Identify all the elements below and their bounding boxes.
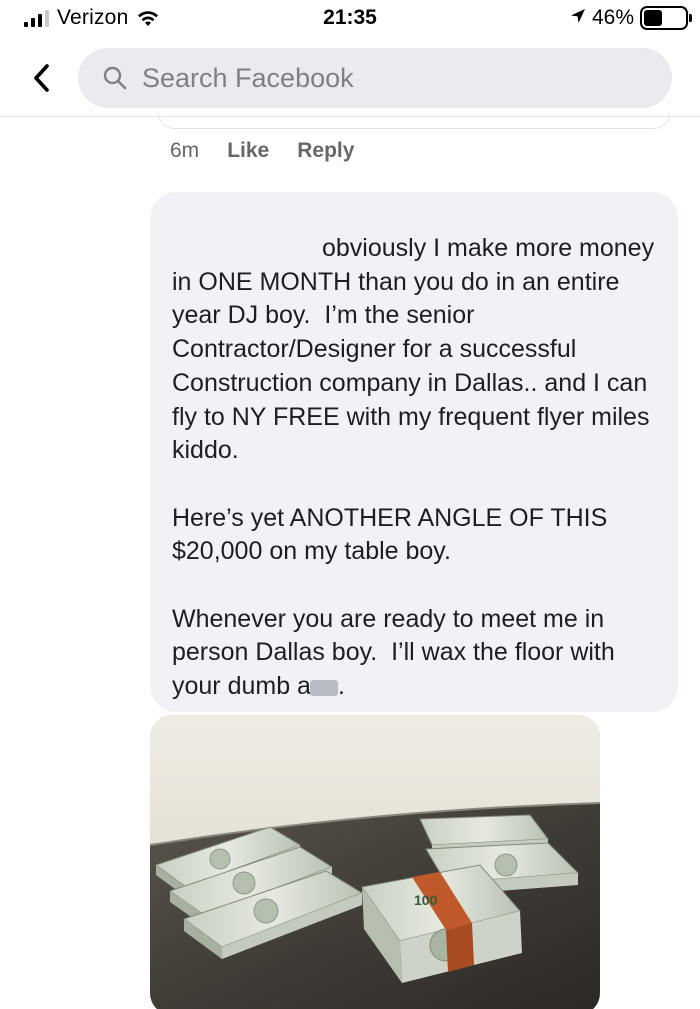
comment-thread: 6m Like Reply obviously I make more mone…	[0, 113, 700, 1009]
cash-stacks-photo: 100	[150, 715, 600, 1009]
reply-button[interactable]: Reply	[297, 139, 354, 163]
search-bar[interactable]	[78, 48, 672, 108]
location-arrow-icon	[570, 8, 586, 29]
like-button[interactable]: Like	[227, 139, 269, 163]
back-button[interactable]	[26, 58, 56, 98]
battery-icon	[640, 6, 692, 30]
comment-timestamp: 6m	[170, 139, 200, 162]
redaction-blur	[309, 679, 338, 696]
facebook-comment-screen: Verizon 21:35 46% Search Facebook 6m Lik…	[0, 0, 700, 1009]
status-right: 46%	[570, 6, 692, 30]
comment-text-body: obviously I make more money in ONE MONTH…	[172, 234, 655, 701]
battery-fill	[644, 10, 663, 26]
status-bar: Verizon 21:35 46%	[0, 0, 700, 38]
attached-photo[interactable]: 100	[150, 715, 600, 1009]
comment-actions: 6m Like Reply	[170, 139, 354, 163]
search-icon	[103, 66, 127, 90]
battery-percent: 46%	[591, 6, 634, 29]
comment-text: obviously I make more money in ONE MONTH…	[172, 232, 656, 704]
comment-bubble: obviously I make more money in ONE MONTH…	[150, 192, 678, 712]
chevron-left-icon	[34, 64, 49, 92]
search-input[interactable]	[142, 62, 622, 94]
search-header	[0, 40, 700, 116]
comment-text-end: .	[337, 672, 345, 701]
banknote-label: 100	[414, 892, 438, 908]
previous-comment-bubble-edge	[158, 113, 670, 129]
